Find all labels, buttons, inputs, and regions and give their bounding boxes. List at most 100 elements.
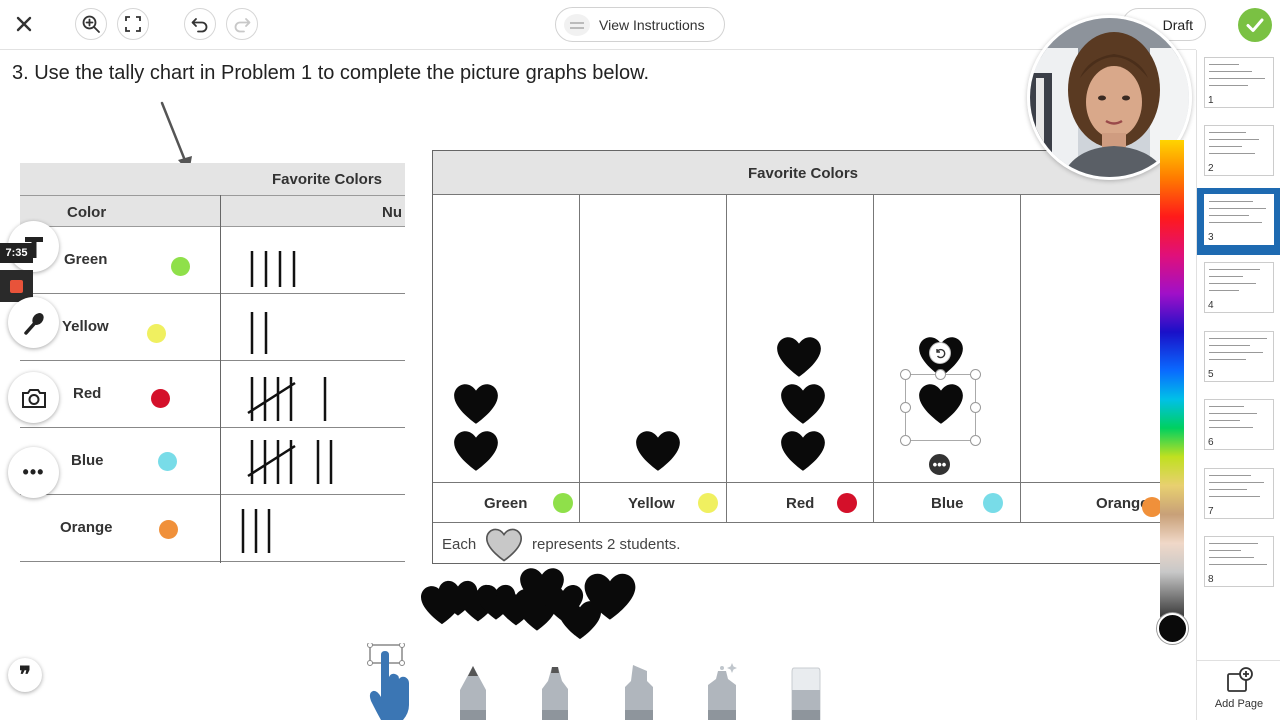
view-instructions-button[interactable]: View Instructions xyxy=(555,7,725,42)
microphone-icon xyxy=(23,312,44,335)
thumbnail-line xyxy=(1209,564,1267,565)
stop-icon xyxy=(10,279,23,293)
page-thumbnail-1[interactable]: 1 xyxy=(1204,57,1274,108)
quote-button[interactable]: ❞ xyxy=(8,658,42,692)
graph-heart[interactable] xyxy=(778,381,828,427)
glitter-pen-tool-button[interactable] xyxy=(704,661,742,720)
graph-label-row: Red xyxy=(727,482,874,522)
resize-handle[interactable] xyxy=(900,435,911,446)
graph-label-row: Green xyxy=(433,482,580,522)
top-toolbar: View Instructions Draft xyxy=(0,0,1206,50)
resize-handle[interactable] xyxy=(970,402,981,413)
highlighter-tool-button[interactable] xyxy=(621,663,657,720)
thumbnail-line xyxy=(1209,215,1249,216)
redo-button[interactable] xyxy=(226,8,258,40)
color-slider[interactable] xyxy=(1160,140,1184,620)
page-thumbnail-5[interactable]: 5 xyxy=(1204,331,1274,382)
loose-heart[interactable] xyxy=(581,570,639,623)
page-thumbnail-3[interactable]: 3 xyxy=(1204,194,1274,245)
tally-marks xyxy=(250,312,268,354)
graph-heart[interactable] xyxy=(778,428,828,474)
rotate-handle[interactable] xyxy=(929,342,951,364)
resize-handle[interactable] xyxy=(900,402,911,413)
graph-heart[interactable] xyxy=(451,428,501,474)
tally-header-color: Color xyxy=(67,204,107,221)
thumbnail-line xyxy=(1209,222,1262,223)
thumbnail-line xyxy=(1209,276,1243,277)
tally-chart: Favorite Colors Color Nu Green Yellow Re… xyxy=(20,163,405,563)
key-heart-icon xyxy=(485,528,523,562)
marker-tool-button[interactable] xyxy=(538,665,572,720)
page-thumbnail-8[interactable]: 8 xyxy=(1204,536,1274,587)
resize-handle[interactable] xyxy=(970,435,981,446)
add-page-button[interactable]: Add Page xyxy=(1197,660,1280,720)
yellow-dot xyxy=(698,493,718,513)
draft-label: Draft xyxy=(1162,16,1193,33)
tally-header-number: Nu xyxy=(382,204,402,221)
thumbnail-line xyxy=(1209,406,1244,407)
graph-label-row: Yellow xyxy=(580,482,727,522)
graph-label-row: Blue xyxy=(874,482,1021,522)
thumbnail-line xyxy=(1209,201,1253,202)
thumbnail-line xyxy=(1209,153,1255,154)
selection-more-button[interactable]: ••• xyxy=(927,452,952,477)
thumbnail-line xyxy=(1209,269,1260,270)
problem-prompt: 3. Use the tally chart in Problem 1 to c… xyxy=(12,62,650,84)
close-button[interactable] xyxy=(8,8,40,40)
tally-marks xyxy=(250,251,296,287)
thumbnail-line xyxy=(1209,359,1246,360)
zoom-in-button[interactable] xyxy=(75,8,107,40)
graph-label: Blue xyxy=(931,495,964,512)
add-page-icon xyxy=(1227,667,1253,692)
glitter-pen-icon xyxy=(708,663,737,720)
page-number: 3 xyxy=(1208,232,1214,243)
microphone-button[interactable] xyxy=(8,297,59,348)
resize-handle[interactable] xyxy=(900,369,911,380)
zoom-in-icon xyxy=(82,15,100,33)
tally-row-green: Green xyxy=(20,227,405,294)
thumbnail-line xyxy=(1209,338,1267,339)
graph-heart[interactable] xyxy=(774,334,824,380)
submit-button[interactable] xyxy=(1238,8,1272,42)
pencil-tool-button[interactable] xyxy=(456,664,490,720)
page-thumbnail-2[interactable]: 2 xyxy=(1204,125,1274,176)
thumbnail-line xyxy=(1209,208,1266,209)
page-thumbnail-6[interactable]: 6 xyxy=(1204,399,1274,450)
key-represents: represents 2 students. xyxy=(532,536,681,553)
blue-dot xyxy=(158,452,177,471)
graph-label: Green xyxy=(484,495,528,512)
red-dot xyxy=(837,493,857,513)
graph-label: Red xyxy=(786,495,815,512)
undo-button[interactable] xyxy=(184,8,216,40)
camera-button[interactable] xyxy=(8,372,59,423)
graph-heart[interactable] xyxy=(451,381,501,427)
add-page-label: Add Page xyxy=(1214,698,1264,710)
selected-color-swatch[interactable] xyxy=(1157,613,1188,644)
resize-handle[interactable] xyxy=(935,369,946,380)
graph-heart[interactable] xyxy=(633,428,683,474)
thumbnail-line xyxy=(1209,482,1264,483)
tally-marks xyxy=(247,377,327,421)
select-tool-button[interactable] xyxy=(367,642,413,720)
selection-box[interactable] xyxy=(905,374,976,441)
orange-dot xyxy=(1142,497,1162,517)
page-number: 7 xyxy=(1208,506,1214,517)
fullscreen-button[interactable] xyxy=(117,8,149,40)
thumbnail-line xyxy=(1209,352,1263,353)
more-tools-button[interactable]: ••• xyxy=(8,447,59,498)
page-thumbnail-4[interactable]: 4 xyxy=(1204,262,1274,313)
page-thumbnail-7[interactable]: 7 xyxy=(1204,468,1274,519)
fullscreen-icon xyxy=(125,16,141,32)
view-instructions-label: View Instructions xyxy=(599,16,705,33)
tally-label: Yellow xyxy=(62,318,109,335)
drawing-app: View Instructions Draft 3. Use the tally… xyxy=(0,0,1280,720)
eraser-tool-button[interactable] xyxy=(788,666,824,720)
thumbnail-line xyxy=(1209,64,1239,65)
resize-handle[interactable] xyxy=(970,369,981,380)
tally-title: Favorite Colors xyxy=(20,163,405,195)
thumbnail-line xyxy=(1209,550,1241,551)
tally-marks xyxy=(247,440,333,484)
green-dot xyxy=(553,493,573,513)
pages-panel: 1 2 3 4 5 6 7 8 Add Page xyxy=(1196,50,1280,720)
thumbnail-line xyxy=(1209,489,1247,490)
